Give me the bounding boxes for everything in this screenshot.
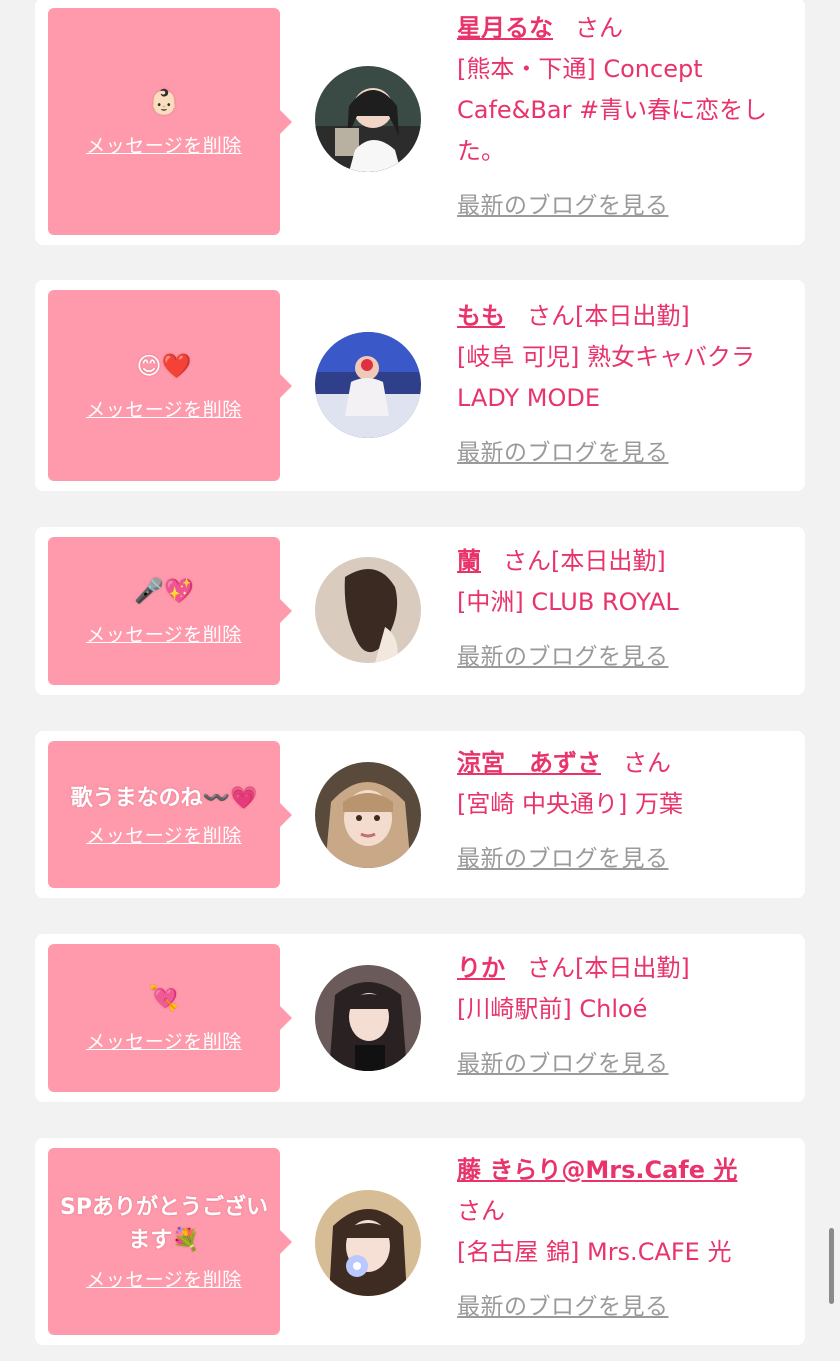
shop-info: [中洲] CLUB ROYAL (457, 588, 679, 616)
delete-message-link[interactable]: メッセージを削除 (86, 395, 242, 422)
shop-info: [熊本・下通] Concept Cafe&Bar #青い春に恋をした。 (457, 55, 768, 165)
latest-blog-link[interactable]: 最新のブログを見る (457, 637, 787, 678)
favorite-cast-card: 😊❤️ メッセージを削除 もも さん[本日出勤] [岐阜 可児] 熟女キャバクラ … (35, 280, 805, 491)
cast-info: りか さん[本日出勤] [川崎駅前] Chloé 最新のブログを見る (457, 948, 787, 1085)
message-bubble: 歌うまなのね〰️💗 メッセージを削除 (48, 741, 292, 888)
cast-avatar[interactable] (315, 557, 421, 663)
latest-blog-link[interactable]: 最新のブログを見る (457, 1287, 787, 1328)
message-text: 🎤💖 (134, 577, 194, 605)
shop-info: [岐阜 可児] 熟女キャバクラ LADY MODE (457, 343, 755, 412)
attendance-status: [本日出勤] (575, 954, 690, 982)
latest-blog-link[interactable]: 最新のブログを見る (457, 1044, 787, 1085)
delete-message-link[interactable]: メッセージを削除 (86, 131, 242, 158)
cast-name-link[interactable]: もも (457, 302, 505, 330)
message-text: 💘 (149, 984, 179, 1012)
message-text: 😊❤️ (136, 351, 192, 380)
cast-info: 星月るな さん [熊本・下通] Concept Cafe&Bar #青い春に恋をし… (457, 8, 787, 227)
cast-name-link[interactable]: 藤 きらり@Mrs.Cafe 光 (457, 1156, 737, 1184)
cast-name-link[interactable]: りか (457, 954, 505, 982)
honorific: さん (575, 14, 623, 42)
honorific: さん (457, 1197, 505, 1225)
message-bubble: SPありがとうございます💐 メッセージを削除 (48, 1148, 292, 1335)
cast-info: もも さん[本日出勤] [岐阜 可児] 熟女キャバクラ LADY MODE 最新の… (457, 296, 787, 474)
honorific: さん (503, 547, 551, 575)
shop-info: [名古屋 錦] Mrs.CAFE 光 (457, 1238, 732, 1266)
cast-info: 藤 きらり@Mrs.Cafe 光 さん [名古屋 錦] Mrs.CAFE 光 最… (457, 1150, 787, 1328)
message-bubble: 🎤💖 メッセージを削除 (48, 537, 292, 685)
message-bubble: 😊❤️ メッセージを削除 (48, 290, 292, 481)
honorific: さん (527, 954, 575, 982)
cast-info: 涼宮 あずさ さん [宮崎 中央通り] 万葉 最新のブログを見る (457, 743, 787, 880)
delete-message-link[interactable]: メッセージを削除 (86, 1265, 242, 1292)
favorite-cast-card: 歌うまなのね〰️💗 メッセージを削除 涼宮 あずさ さん [宮崎 中央通り] 万葉… (35, 731, 805, 898)
latest-blog-link[interactable]: 最新のブログを見る (457, 839, 787, 880)
shop-info: [川崎駅前] Chloé (457, 995, 648, 1023)
favorite-cast-card: 🎤💖 メッセージを削除 蘭さん[本日出勤] [中洲] CLUB ROYAL 最新… (35, 527, 805, 695)
delete-message-link[interactable]: メッセージを削除 (86, 620, 242, 647)
favorite-cast-card: 💘 メッセージを削除 りか さん[本日出勤] [川崎駅前] Chloé 最新のブロ… (35, 934, 805, 1102)
message-text: SPありがとうございます💐 (60, 1195, 268, 1253)
latest-blog-link[interactable]: 最新のブログを見る (457, 186, 787, 227)
attendance-status: [本日出勤] (575, 302, 690, 330)
message-bubble: 👶🏻 メッセージを削除 (48, 8, 292, 235)
cast-info: 蘭さん[本日出勤] [中洲] CLUB ROYAL 最新のブログを見る (457, 541, 787, 678)
message-text: 歌うまなのね〰️💗 (70, 785, 258, 811)
favorite-cast-card: 👶🏻 メッセージを削除 星月るな さん [熊本・下通] Concept Cafe&… (35, 0, 805, 245)
shop-info: [宮崎 中央通り] 万葉 (457, 790, 683, 818)
message-text: 👶🏻 (149, 87, 179, 116)
favorite-cast-card: SPありがとうございます💐 メッセージを削除 藤 きらり@Mrs.Cafe 光 … (35, 1138, 805, 1345)
cast-name-link[interactable]: 星月るな (457, 14, 553, 42)
cast-avatar[interactable] (315, 332, 421, 438)
delete-message-link[interactable]: メッセージを削除 (86, 821, 242, 848)
delete-message-link[interactable]: メッセージを削除 (86, 1027, 242, 1054)
latest-blog-link[interactable]: 最新のブログを見る (457, 433, 787, 474)
honorific: さん (623, 749, 671, 777)
cast-avatar[interactable] (315, 66, 421, 172)
cast-name-link[interactable]: 涼宮 あずさ (457, 749, 601, 777)
honorific: さん (527, 302, 575, 330)
cast-avatar[interactable] (315, 1190, 421, 1296)
cast-name-link[interactable]: 蘭 (457, 547, 481, 575)
cast-avatar[interactable] (315, 965, 421, 1071)
scrollbar[interactable] (829, 1228, 834, 1304)
cast-avatar[interactable] (315, 762, 421, 868)
message-bubble: 💘 メッセージを削除 (48, 944, 292, 1092)
attendance-status: [本日出勤] (551, 547, 666, 575)
